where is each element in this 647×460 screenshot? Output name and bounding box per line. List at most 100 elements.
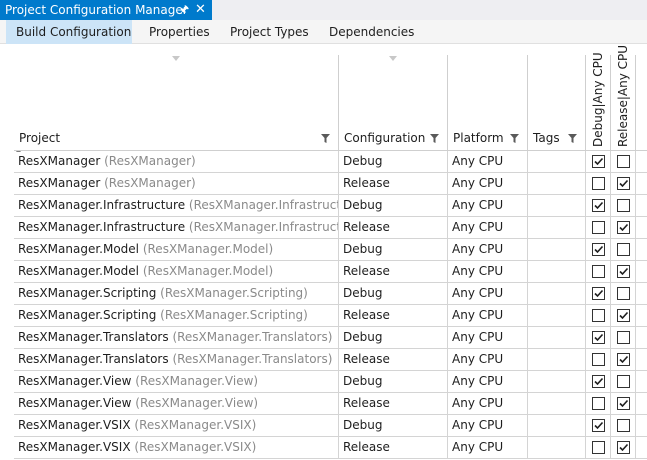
table-row[interactable]: ResXManager (ResXManager) Debug Any CPU: [14, 151, 647, 173]
configuration-cell[interactable]: Release: [339, 217, 448, 239]
filter-icon[interactable]: [430, 134, 439, 143]
table-row[interactable]: ResXManager.Model (ResXManager.Model) Rel…: [14, 261, 647, 283]
configuration-cell[interactable]: Release: [339, 393, 448, 415]
platform-cell[interactable]: Any CPU: [448, 393, 528, 415]
debug-checkbox[interactable]: [592, 221, 605, 234]
tags-cell[interactable]: [528, 195, 586, 217]
table-row[interactable]: ResXManager.Infrastructure (ResXManager.…: [14, 195, 647, 217]
debug-checkbox[interactable]: [592, 397, 605, 410]
platform-cell[interactable]: Any CPU: [448, 349, 528, 371]
column-header-project[interactable]: Project: [14, 55, 339, 151]
project-cell[interactable]: ResXManager.View (ResXManager.View): [14, 393, 339, 415]
tab-dependencies[interactable]: Dependencies: [319, 20, 424, 44]
configuration-cell[interactable]: Debug: [339, 283, 448, 305]
table-row[interactable]: ResXManager.VSIX (ResXManager.VSIX) Debug…: [14, 415, 647, 437]
table-row[interactable]: ResXManager.Model (ResXManager.Model) Deb…: [14, 239, 647, 261]
debug-checkbox[interactable]: [592, 287, 605, 300]
project-cell[interactable]: ResXManager (ResXManager): [14, 151, 339, 173]
configuration-cell[interactable]: Debug: [339, 371, 448, 393]
table-row[interactable]: ResXManager.View (ResXManager.View) Debug…: [14, 371, 647, 393]
project-cell[interactable]: ResXManager.Infrastructure (ResXManager.…: [14, 217, 339, 239]
release-checkbox[interactable]: [617, 375, 630, 388]
release-checkbox[interactable]: [617, 309, 630, 322]
release-checkbox[interactable]: [617, 331, 630, 344]
table-row[interactable]: ResXManager.Scripting (ResXManager.Scrip…: [14, 283, 647, 305]
configuration-cell[interactable]: Debug: [339, 327, 448, 349]
platform-cell[interactable]: Any CPU: [448, 305, 528, 327]
tags-cell[interactable]: [528, 393, 586, 415]
platform-cell[interactable]: Any CPU: [448, 327, 528, 349]
release-checkbox[interactable]: [617, 199, 630, 212]
platform-cell[interactable]: Any CPU: [448, 283, 528, 305]
table-row[interactable]: ResXManager.Scripting (ResXManager.Scrip…: [14, 305, 647, 327]
configuration-cell[interactable]: Debug: [339, 415, 448, 437]
tags-cell[interactable]: [528, 217, 586, 239]
project-cell[interactable]: ResXManager.VSIX (ResXManager.VSIX): [14, 415, 339, 437]
table-row[interactable]: ResXManager (ResXManager) Release Any CPU: [14, 173, 647, 195]
debug-checkbox[interactable]: [592, 441, 605, 454]
configuration-cell[interactable]: Release: [339, 437, 448, 459]
close-icon[interactable]: ✕: [195, 0, 206, 20]
tags-cell[interactable]: [528, 371, 586, 393]
configuration-cell[interactable]: Release: [339, 261, 448, 283]
configuration-cell[interactable]: Debug: [339, 151, 448, 173]
debug-checkbox[interactable]: [592, 155, 605, 168]
tab-properties[interactable]: Properties: [139, 20, 220, 44]
platform-cell[interactable]: Any CPU: [448, 173, 528, 195]
table-row[interactable]: ResXManager.Translators (ResXManager.Tra…: [14, 349, 647, 371]
column-header-debug[interactable]: Debug|Any CPU: [586, 52, 611, 151]
column-header-release[interactable]: Release|Any CPU: [611, 45, 636, 151]
release-checkbox[interactable]: [617, 353, 630, 366]
project-cell[interactable]: ResXManager.Translators (ResXManager.Tra…: [14, 327, 339, 349]
release-checkbox[interactable]: [617, 265, 630, 278]
release-checkbox[interactable]: [617, 243, 630, 256]
project-cell[interactable]: ResXManager.Scripting (ResXManager.Scrip…: [14, 305, 339, 327]
tags-cell[interactable]: [528, 437, 586, 459]
filter-icon[interactable]: [510, 134, 519, 143]
platform-cell[interactable]: Any CPU: [448, 261, 528, 283]
release-checkbox[interactable]: [617, 221, 630, 234]
tags-cell[interactable]: [528, 349, 586, 371]
filter-icon[interactable]: [568, 134, 577, 143]
tags-cell[interactable]: [528, 305, 586, 327]
configuration-cell[interactable]: Debug: [339, 239, 448, 261]
debug-checkbox[interactable]: [592, 331, 605, 344]
release-checkbox[interactable]: [617, 441, 630, 454]
debug-checkbox[interactable]: [592, 419, 605, 432]
project-cell[interactable]: ResXManager.Translators (ResXManager.Tra…: [14, 349, 339, 371]
project-cell[interactable]: ResXManager.Scripting (ResXManager.Scrip…: [14, 283, 339, 305]
project-cell[interactable]: ResXManager.Infrastructure (ResXManager.…: [14, 195, 339, 217]
platform-cell[interactable]: Any CPU: [448, 415, 528, 437]
release-checkbox[interactable]: [617, 287, 630, 300]
release-checkbox[interactable]: [617, 177, 630, 190]
column-header-configuration[interactable]: Configuration: [339, 55, 448, 151]
tags-cell[interactable]: [528, 239, 586, 261]
configuration-cell[interactable]: Debug: [339, 195, 448, 217]
table-row[interactable]: ResXManager.Translators (ResXManager.Tra…: [14, 327, 647, 349]
column-header-tags[interactable]: Tags: [528, 55, 586, 151]
debug-checkbox[interactable]: [592, 243, 605, 256]
platform-cell[interactable]: Any CPU: [448, 371, 528, 393]
project-cell[interactable]: ResXManager.Model (ResXManager.Model): [14, 261, 339, 283]
tags-cell[interactable]: [528, 151, 586, 173]
release-checkbox[interactable]: [617, 419, 630, 432]
debug-checkbox[interactable]: [592, 199, 605, 212]
project-cell[interactable]: ResXManager.Model (ResXManager.Model): [14, 239, 339, 261]
project-cell[interactable]: ResXManager.View (ResXManager.View): [14, 371, 339, 393]
table-row[interactable]: ResXManager.View (ResXManager.View) Relea…: [14, 393, 647, 415]
tags-cell[interactable]: [528, 283, 586, 305]
debug-checkbox[interactable]: [592, 265, 605, 278]
debug-checkbox[interactable]: [592, 353, 605, 366]
table-row[interactable]: ResXManager.Infrastructure (ResXManager.…: [14, 217, 647, 239]
document-tab[interactable]: Project Configuration Manager 🖈 ✕: [0, 0, 212, 20]
tags-cell[interactable]: [528, 327, 586, 349]
tags-cell[interactable]: [528, 173, 586, 195]
project-cell[interactable]: ResXManager.VSIX (ResXManager.VSIX): [14, 437, 339, 459]
tags-cell[interactable]: [528, 415, 586, 437]
tab-build-configuration[interactable]: Build Configuration: [6, 20, 132, 44]
table-row[interactable]: ResXManager.VSIX (ResXManager.VSIX) Relea…: [14, 437, 647, 459]
column-header-platform[interactable]: Platform: [448, 55, 528, 151]
pin-icon[interactable]: 🖈: [179, 0, 189, 20]
debug-checkbox[interactable]: [592, 375, 605, 388]
release-checkbox[interactable]: [617, 397, 630, 410]
